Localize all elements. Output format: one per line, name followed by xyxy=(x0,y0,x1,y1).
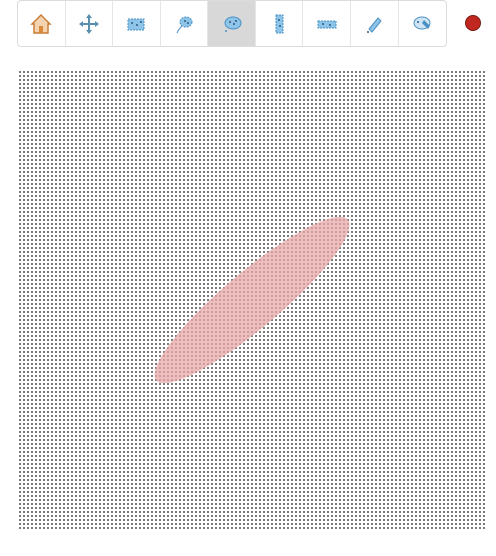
point-select-icon xyxy=(367,16,382,33)
poly-select-button[interactable] xyxy=(208,1,256,46)
scatter-canvas xyxy=(18,70,486,530)
point-select-button[interactable] xyxy=(351,1,399,46)
x-range-select-icon xyxy=(275,14,284,33)
status-indicator xyxy=(465,15,481,31)
home-icon xyxy=(30,13,52,34)
toolbar xyxy=(17,0,447,47)
edit-button[interactable] xyxy=(399,1,447,46)
x-range-select-button[interactable] xyxy=(256,1,304,46)
poly-select-icon xyxy=(224,16,242,32)
y-range-select-button[interactable] xyxy=(303,1,351,46)
home-button[interactable] xyxy=(18,1,66,46)
lasso-select-icon xyxy=(176,16,193,33)
box-select-button[interactable] xyxy=(113,1,161,46)
pan-icon xyxy=(78,13,99,34)
edit-icon xyxy=(413,16,431,29)
pan-button[interactable] xyxy=(66,1,114,46)
plot-area[interactable] xyxy=(18,70,486,530)
y-range-select-icon xyxy=(317,20,337,28)
lasso-select-button[interactable] xyxy=(161,1,209,46)
box-select-icon xyxy=(127,18,145,30)
